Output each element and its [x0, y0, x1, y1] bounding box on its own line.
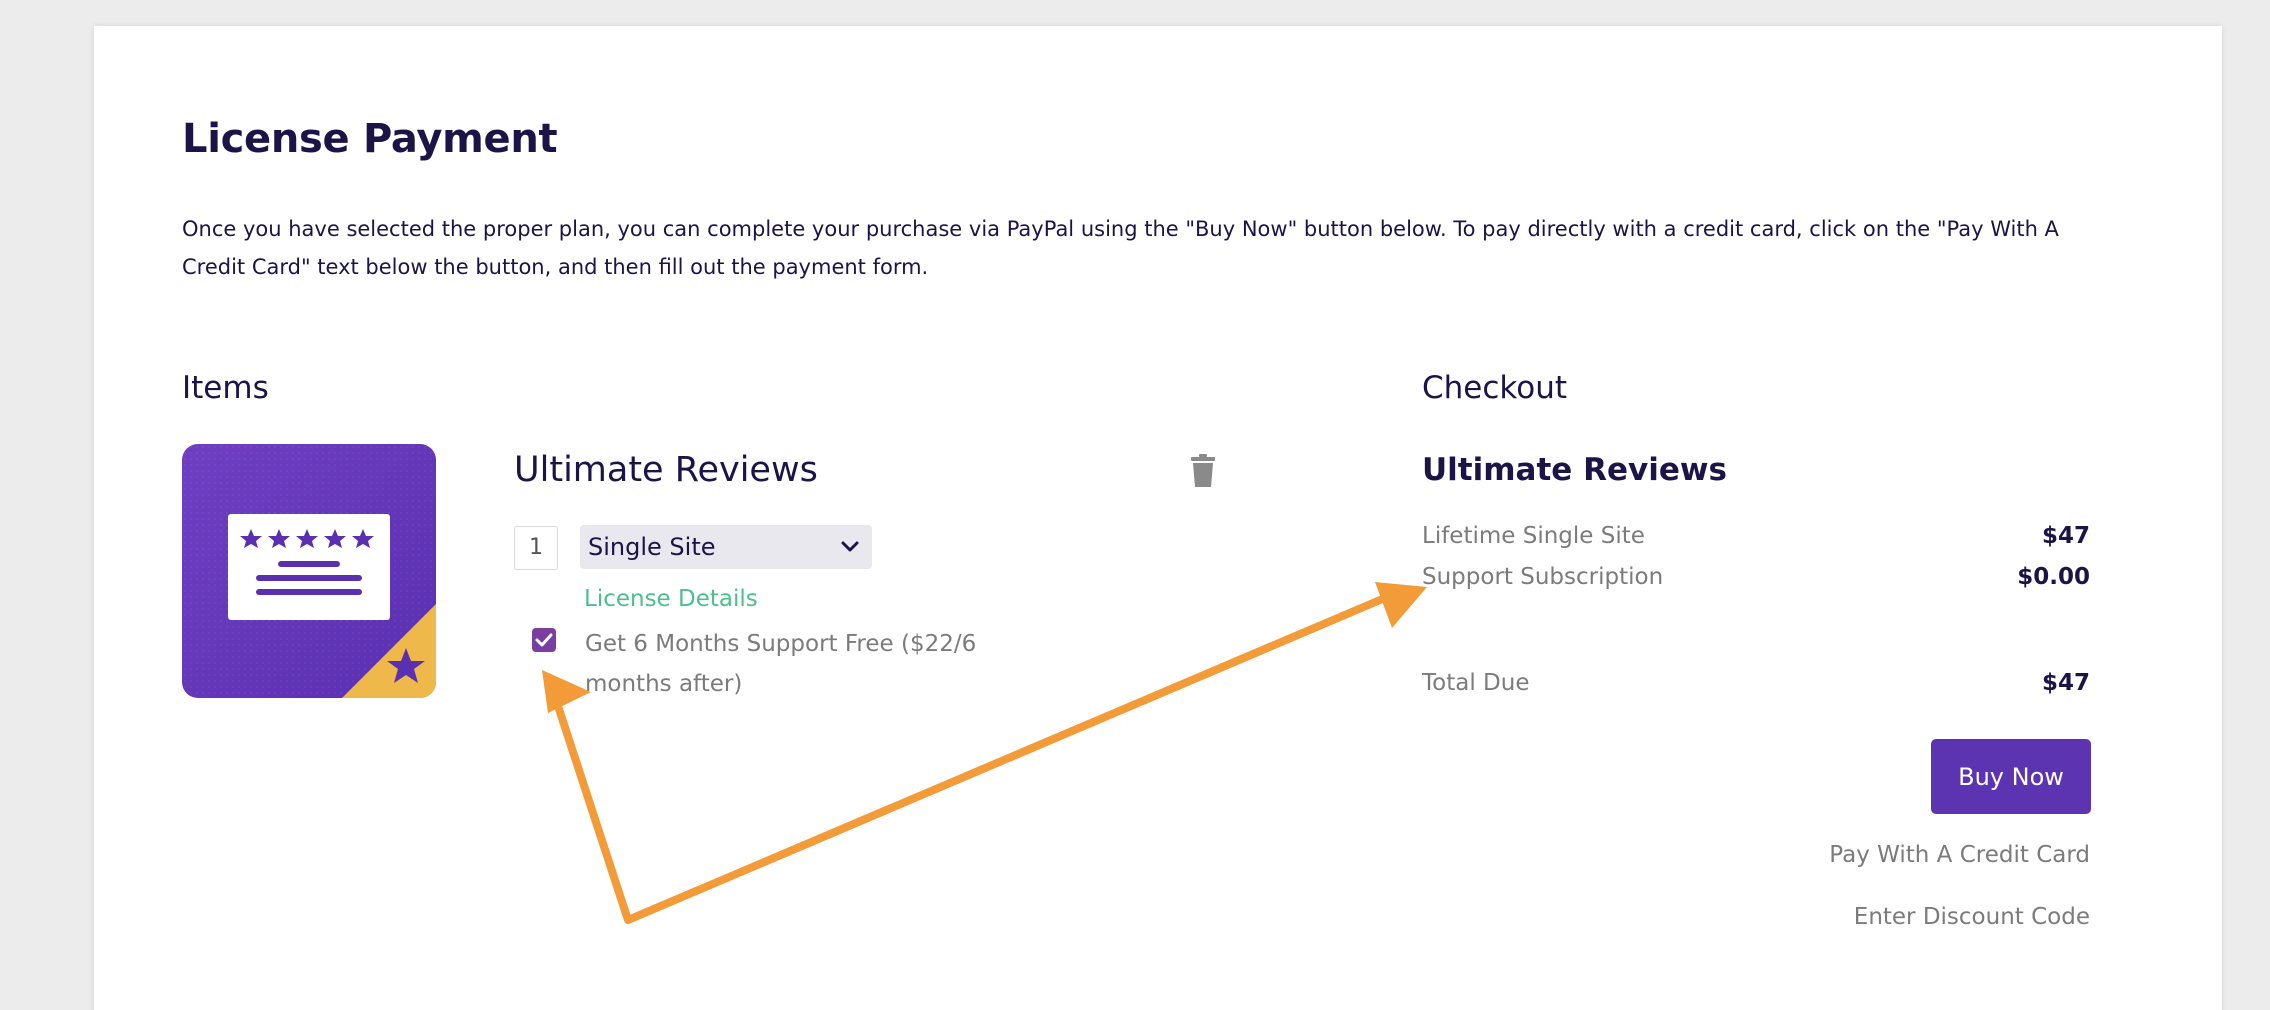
- product-name: Ultimate Reviews: [514, 450, 818, 490]
- enter-discount-code-link[interactable]: Enter Discount Code: [1854, 904, 2090, 930]
- license-details-link[interactable]: License Details: [584, 586, 758, 612]
- plan-select[interactable]: Single Site: [580, 525, 872, 569]
- checkout-heading: Checkout: [1422, 370, 1568, 406]
- checkout-product-name: Ultimate Reviews: [1422, 452, 1727, 488]
- support-offer-line2: months after): [585, 671, 743, 697]
- intro-text: Once you have selected the proper plan, …: [182, 217, 2059, 279]
- items-heading: Items: [182, 370, 269, 406]
- line-item-value: $0.00: [2017, 564, 2090, 590]
- plan-select-value: Single Site: [588, 533, 716, 561]
- quantity-input[interactable]: 1: [514, 526, 558, 570]
- reviews-card-icon: [182, 444, 436, 698]
- page-title: License Payment: [182, 116, 558, 162]
- buy-now-button[interactable]: Buy Now: [1931, 739, 2091, 814]
- line-item-label: Support Subscription: [1422, 564, 1664, 590]
- chevron-down-icon: [840, 525, 860, 569]
- checkmark-icon: [535, 633, 553, 647]
- support-checkbox[interactable]: [532, 628, 556, 652]
- line-item-value: $47: [2041, 523, 2090, 549]
- trash-icon[interactable]: [1190, 454, 1216, 488]
- product-image: [182, 444, 436, 698]
- pay-with-credit-card-link[interactable]: Pay With A Credit Card: [1829, 842, 2090, 868]
- line-item-label: Lifetime Single Site: [1422, 523, 1645, 549]
- support-offer-line1: Get 6 Months Support Free ($22/6: [585, 631, 977, 657]
- total-due-label: Total Due: [1422, 670, 1530, 696]
- total-due-value: $47: [2041, 670, 2090, 696]
- support-offer-text: Get 6 Months Support Free ($22/6 months …: [585, 624, 985, 704]
